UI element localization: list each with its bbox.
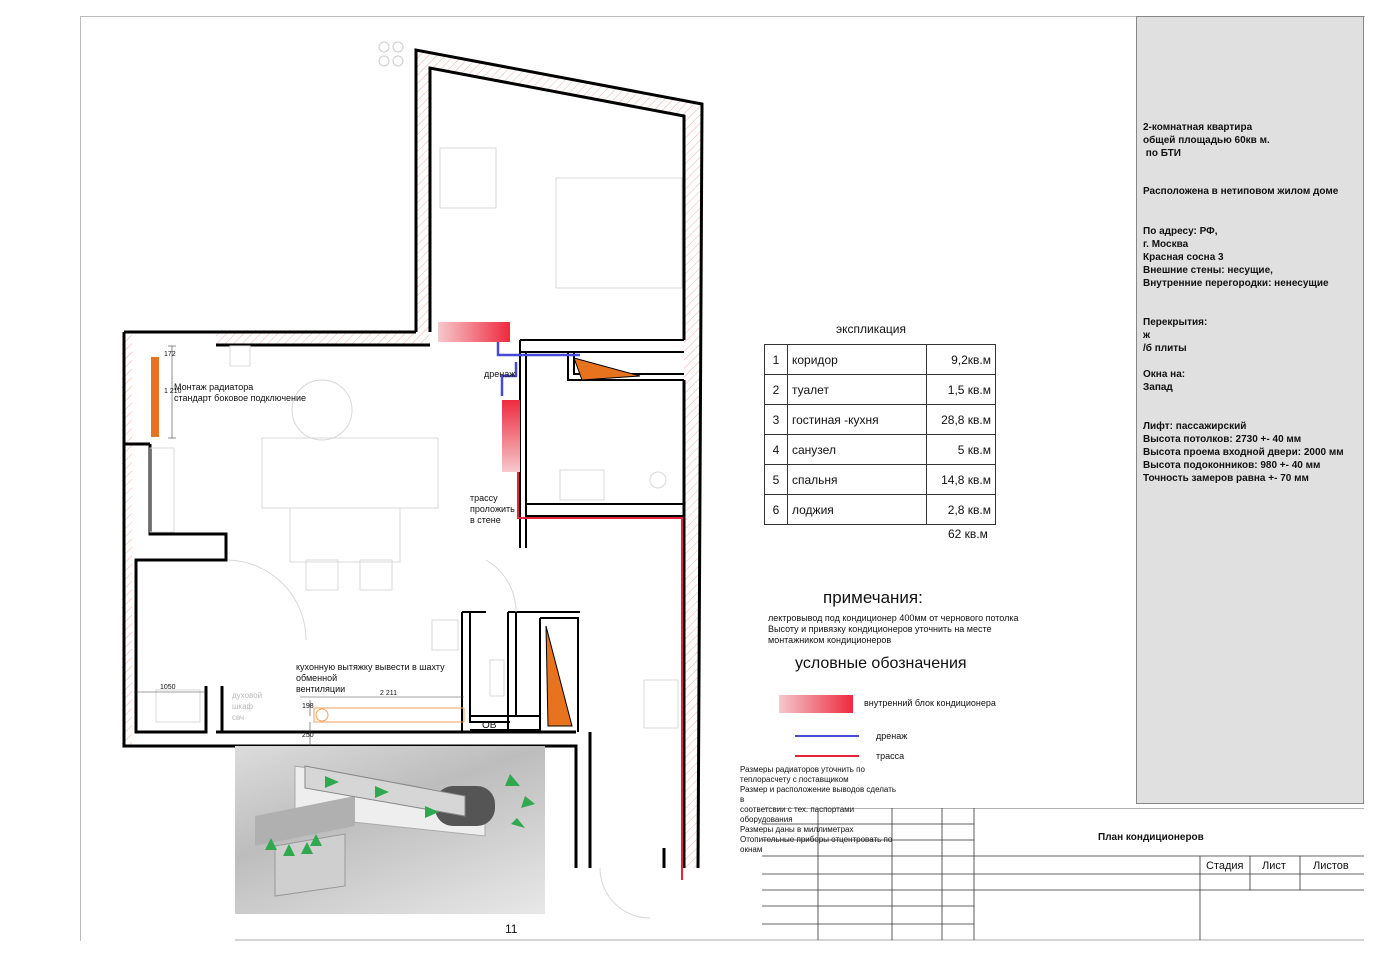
drain-label: дренаж <box>484 369 516 379</box>
hood-duct <box>300 696 465 723</box>
legend-indoor-unit-swatch <box>779 695 853 713</box>
dim-250: 250 <box>302 732 314 739</box>
info-floors-val1: ж <box>1143 330 1151 341</box>
info-windows-val: Запад <box>1143 382 1173 393</box>
info-accuracy: Точность замеров равна +- 70 мм <box>1143 473 1309 484</box>
title-block-stage: Стадия <box>1206 860 1244 872</box>
radiator-label: Монтаж радиатора стандарт боковое подклю… <box>174 382 307 403</box>
legend-title: условные обозначения <box>795 655 967 672</box>
info-lift: Лифт: пассажирский <box>1143 421 1247 432</box>
explication-name: спальня <box>787 464 927 495</box>
plant-decor <box>378 41 404 67</box>
shaft-triangle-bottom <box>545 625 573 727</box>
explication-area: 2,8 кв.м <box>926 494 996 525</box>
explication-n: 4 <box>764 434 788 465</box>
ov-label: ОВ <box>482 720 497 731</box>
legend-route-label: трасса <box>876 751 905 761</box>
info-floors-val2: /б плиты <box>1143 343 1187 354</box>
explication-row: 5 спальня 14,8 кв.м <box>764 464 996 495</box>
info-floors-label: Перекрытия: <box>1143 317 1208 328</box>
notes-text: лектровывод под кондиционер 400мм от чер… <box>768 613 1019 645</box>
info-address: По адресу: РФ, <box>1143 226 1218 237</box>
partitions <box>461 339 684 732</box>
render-svg <box>255 765 535 897</box>
explication-total: 62 кв.м <box>948 527 988 541</box>
explication-name: коридор <box>787 344 927 375</box>
explication-area: 1,5 кв.м <box>926 374 996 405</box>
info-sill: Высота подоконников: 980 +- 40 мм <box>1143 460 1321 471</box>
route-wall-label: трассу проложить в стене <box>470 493 515 525</box>
notes-title: примечания: <box>823 588 923 607</box>
explication-row: 2 туалет 1,5 кв.м <box>764 374 996 405</box>
info-ceiling: Высота потолков: 2730 +- 40 мм <box>1143 434 1302 445</box>
dim-172: 172 <box>164 351 176 358</box>
info-street: Красная сосна 3 <box>1143 252 1224 263</box>
dim-1050: 1050 <box>160 684 176 691</box>
explication-name: лоджия <box>787 494 927 525</box>
drawing-title: План кондиционеров <box>1098 832 1204 843</box>
explication-name: санузел <box>787 434 927 465</box>
legend-indoor-unit-label: внутренний блок кондиционера <box>864 698 996 708</box>
shaft-triangle-top <box>573 357 641 381</box>
explication-row: 1 коридор 9,2кв.м <box>764 344 996 375</box>
explication-area: 28,8 кв.м <box>926 404 996 435</box>
hood-label: кухонную вытяжку вывести в шахту обменно… <box>296 662 445 694</box>
page-number: 11 <box>505 922 518 936</box>
explication-n: 2 <box>764 374 788 405</box>
info-located: Расположена в нетиповом жилом доме <box>1143 186 1339 197</box>
explication-area: 5 кв.м <box>926 434 996 465</box>
ac-unit-bedroom <box>438 322 510 342</box>
legend-route-line <box>795 755 859 757</box>
legend-drain-label: дренаж <box>876 731 908 741</box>
info-line1: 2-комнатная квартира <box>1143 122 1253 133</box>
info-outer-walls: Внешние стены: несущие, <box>1143 265 1273 276</box>
info-city: г. Москва <box>1143 239 1189 250</box>
radiator-marker <box>151 357 159 437</box>
explication-n: 5 <box>764 464 788 495</box>
explication-title: экспликация <box>836 322 906 336</box>
explication-name: гостиная -кухня <box>787 404 927 435</box>
title-block-sheets: Листов <box>1313 860 1349 872</box>
explication-row: 6 лоджия 2,8 кв.м <box>764 494 996 525</box>
info-inner-walls: Внутренние перегородки: ненесущие <box>1143 278 1329 289</box>
explication-row: 4 санузел 5 кв.м <box>764 434 996 465</box>
info-line2: общей площадью 60кв м. <box>1143 135 1270 146</box>
explication-table: 1 коридор 9,2кв.м 2 туалет 1,5 кв.м 3 гостиная … <box>764 344 996 525</box>
legend-drain-line <box>795 735 859 737</box>
explication-name: туалет <box>787 374 927 405</box>
oven-label: духовой шкаф свч <box>232 691 263 722</box>
info-windows-label: Окна на: <box>1143 369 1186 380</box>
dim-1210: 1 210 <box>164 388 182 395</box>
title-block-sheet: Лист <box>1262 860 1286 872</box>
info-door: Высота проема входной двери: 2000 мм <box>1143 447 1344 458</box>
explication-area: 9,2кв.м <box>926 344 996 375</box>
ac-unit-living <box>502 400 520 472</box>
dim-2211: 2 211 <box>380 690 397 697</box>
explication-n: 1 <box>764 344 788 375</box>
explication-row: 3 гостиная -кухня 28,8 кв.м <box>764 404 996 435</box>
explication-n: 3 <box>764 404 788 435</box>
explication-area: 14,8 кв.м <box>926 464 996 495</box>
dim-198: 198 <box>302 703 314 710</box>
title-block <box>762 808 1364 940</box>
info-line3: по БТИ <box>1143 148 1181 159</box>
kitchen-hood-render <box>235 746 545 914</box>
explication-n: 6 <box>764 494 788 525</box>
